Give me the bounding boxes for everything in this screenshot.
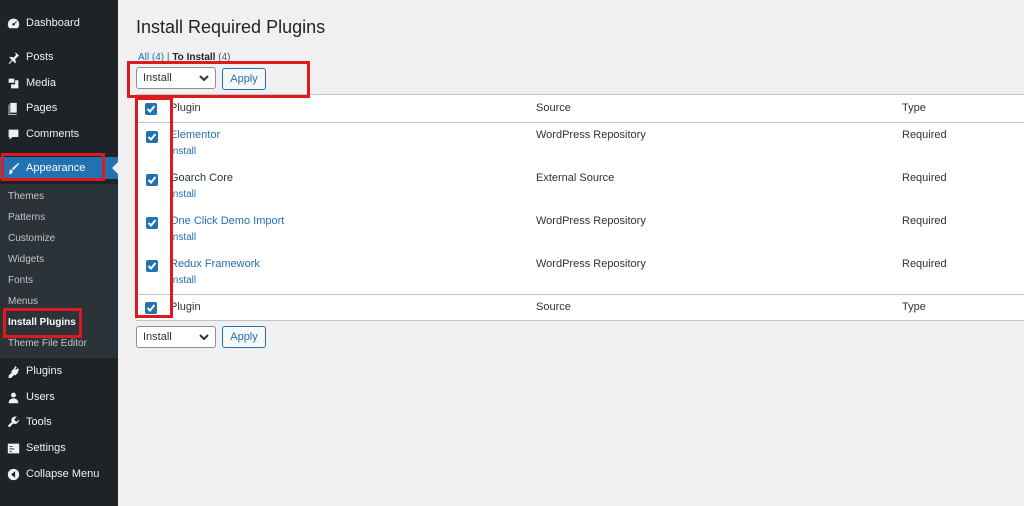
wrench-icon xyxy=(6,415,20,429)
submenu-item-widgets[interactable]: Widgets xyxy=(8,254,44,265)
sidebar-item-label: Settings xyxy=(26,442,66,454)
column-footer-plugin[interactable]: Plugin xyxy=(170,301,201,313)
view-to-install-link[interactable]: To Install (4) xyxy=(172,52,230,63)
sidebar-item-label: Plugins xyxy=(26,365,63,377)
bulk-action-select-bottom[interactable]: Install xyxy=(136,326,216,348)
plugin-source: External Source xyxy=(536,172,615,184)
submenu-item-patterns[interactable]: Patterns xyxy=(8,212,45,223)
page-title: Install Required Plugins xyxy=(136,17,326,37)
plugin-type: Required xyxy=(902,129,947,141)
plug-icon xyxy=(6,364,20,378)
install-link[interactable]: Install xyxy=(170,146,196,157)
settings-icon xyxy=(6,441,20,455)
footer-divider xyxy=(136,294,1024,295)
appearance-submenu: Themes Patterns Customize Widgets Fonts … xyxy=(0,184,118,358)
collapse-icon xyxy=(6,467,20,481)
select-all-checkbox[interactable] xyxy=(145,103,157,115)
view-to-install-count: (4) xyxy=(218,52,231,63)
view-all-link[interactable]: All (4) xyxy=(138,52,164,63)
sidebar-item-label: Comments xyxy=(26,128,80,140)
column-header-plugin[interactable]: Plugin xyxy=(170,102,201,114)
plugin-source: WordPress Repository xyxy=(536,258,646,270)
plugin-name-link[interactable]: Redux Framework xyxy=(170,258,260,270)
sidebar-item-pages[interactable]: Pages xyxy=(0,97,118,119)
bulk-action-value: Install xyxy=(143,72,172,84)
media-icon xyxy=(6,76,20,90)
sidebar-item-dashboard[interactable]: Dashboard xyxy=(0,12,118,34)
bulk-action-select-top[interactable]: Install xyxy=(136,67,216,89)
submenu-item-customize[interactable]: Customize xyxy=(8,233,55,244)
row-checkbox[interactable] xyxy=(146,131,158,143)
pages-icon xyxy=(6,101,20,115)
active-indicator xyxy=(112,162,118,174)
install-link[interactable]: Install xyxy=(170,189,196,200)
plugin-type: Required xyxy=(902,172,947,184)
sidebar-item-posts[interactable]: Posts xyxy=(0,46,118,68)
column-header-source[interactable]: Source xyxy=(536,102,571,114)
user-icon xyxy=(6,390,20,404)
sidebar-item-comments[interactable]: Comments xyxy=(0,123,118,145)
column-footer-type[interactable]: Type xyxy=(902,301,926,313)
sidebar-item-label: Pages xyxy=(26,102,58,114)
plugin-name-link[interactable]: Elementor xyxy=(170,129,220,141)
plugin-type: Required xyxy=(902,215,947,227)
plugin-name: Goarch Core xyxy=(170,172,233,184)
row-checkbox[interactable] xyxy=(146,260,158,272)
select-all-checkbox-footer[interactable] xyxy=(145,302,157,314)
install-link[interactable]: Install xyxy=(170,232,196,243)
sidebar-item-label: Collapse Menu xyxy=(26,468,100,480)
view-separator: | xyxy=(166,52,170,63)
sidebar-item-media[interactable]: Media xyxy=(0,72,118,94)
header-divider xyxy=(136,122,1024,123)
sidebar-item-label: Users xyxy=(26,391,55,403)
admin-sidebar: Dashboard Posts Media Pages Comments App… xyxy=(0,0,118,506)
submenu-item-fonts[interactable]: Fonts xyxy=(8,275,33,286)
plugin-type: Required xyxy=(902,258,947,270)
apply-button-top[interactable]: Apply xyxy=(222,68,266,90)
pin-icon xyxy=(6,50,20,64)
install-link[interactable]: Install xyxy=(170,275,196,286)
comment-icon xyxy=(6,127,20,141)
sidebar-item-label: Appearance xyxy=(26,162,86,174)
row-checkbox[interactable] xyxy=(146,174,158,186)
sidebar-item-label: Dashboard xyxy=(26,17,80,29)
sidebar-item-collapse-menu[interactable]: Collapse Menu xyxy=(0,463,118,485)
view-all-count: (4) xyxy=(151,52,165,63)
chevron-down-icon xyxy=(199,332,209,342)
submenu-item-theme-file-editor[interactable]: Theme File Editor xyxy=(8,338,87,349)
plugin-source: WordPress Repository xyxy=(536,129,646,141)
sidebar-item-label: Media xyxy=(26,77,56,89)
submenu-item-install-plugins[interactable]: Install Plugins xyxy=(8,317,76,328)
submenu-item-menus[interactable]: Menus xyxy=(8,296,38,307)
brush-icon xyxy=(6,161,20,175)
sidebar-item-users[interactable]: Users xyxy=(0,386,118,408)
plugins-table: Plugin Source Type Elementor Install Wor… xyxy=(136,94,1024,321)
apply-button-bottom[interactable]: Apply xyxy=(222,326,266,348)
sidebar-item-plugins[interactable]: Plugins xyxy=(0,360,118,382)
sidebar-item-label: Posts xyxy=(26,51,54,63)
chevron-down-icon xyxy=(199,73,209,83)
sidebar-item-tools[interactable]: Tools xyxy=(0,411,118,433)
dashboard-icon xyxy=(6,16,20,30)
column-footer-source[interactable]: Source xyxy=(536,301,571,313)
submenu-item-themes[interactable]: Themes xyxy=(8,191,44,202)
sidebar-item-settings[interactable]: Settings xyxy=(0,437,118,459)
view-filters: All (4) | To Install (4) xyxy=(138,52,230,63)
sidebar-item-appearance[interactable]: Appearance xyxy=(0,157,118,179)
plugin-source: WordPress Repository xyxy=(536,215,646,227)
sidebar-item-label: Tools xyxy=(26,416,52,428)
row-checkbox[interactable] xyxy=(146,217,158,229)
column-header-type[interactable]: Type xyxy=(902,102,926,114)
bulk-action-value: Install xyxy=(143,331,172,343)
plugin-name-link[interactable]: One Click Demo Import xyxy=(170,215,284,227)
